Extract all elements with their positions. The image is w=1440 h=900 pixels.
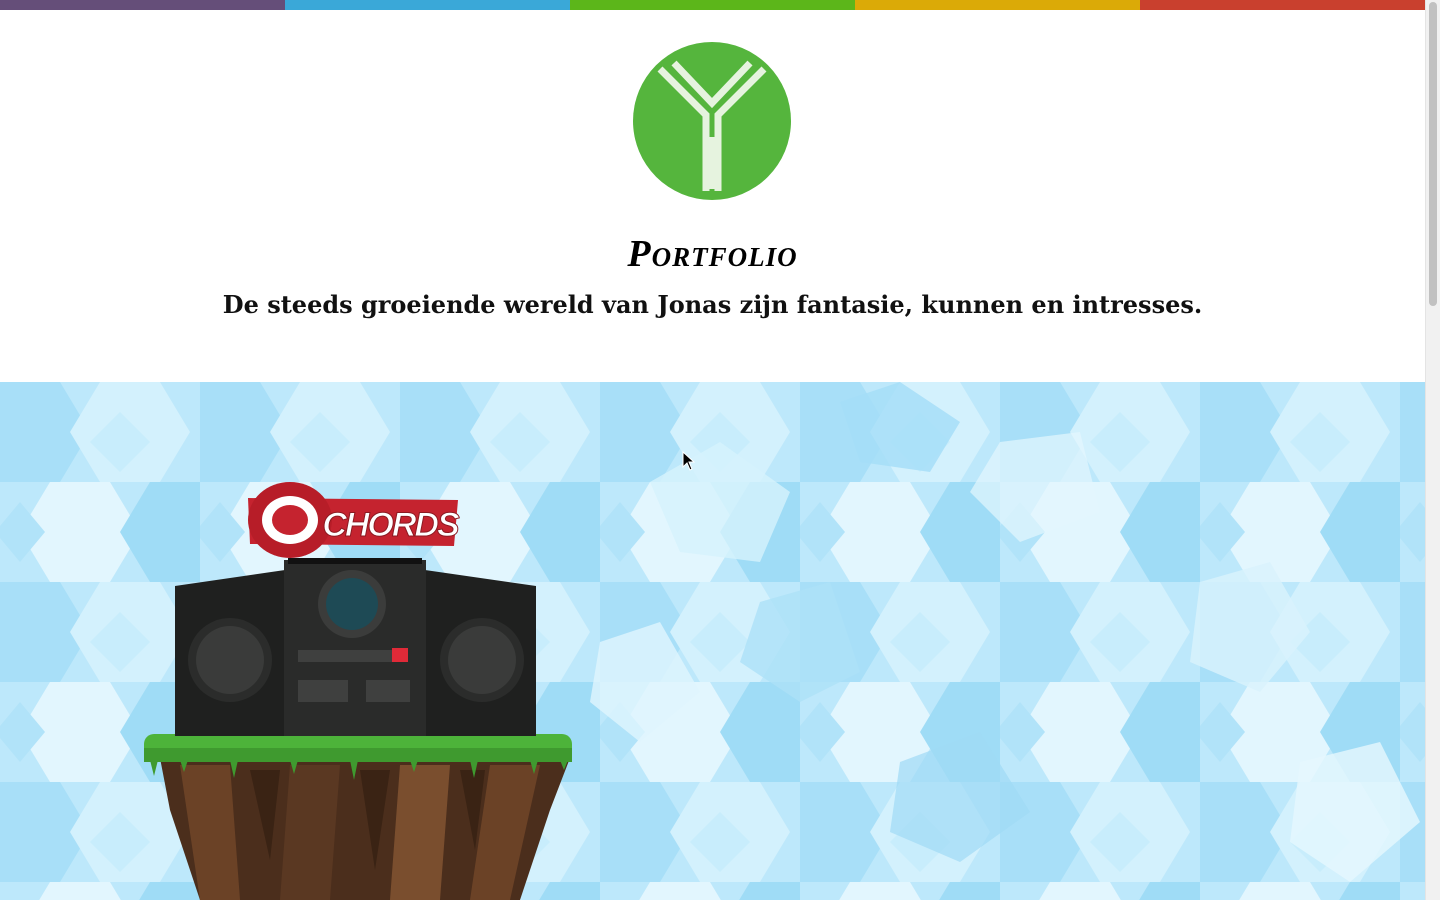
color-bar (0, 0, 1425, 10)
color-bar-segment (570, 0, 855, 10)
page-subtitle: De steeds groeiende wereld van Jonas zij… (222, 290, 1203, 319)
mouse-cursor-icon (682, 451, 696, 471)
color-bar-segment (855, 0, 1140, 10)
scrollbar-thumb[interactable] (1429, 2, 1437, 306)
color-bar-segment (285, 0, 570, 10)
portfolio-scene: CHORDS (0, 382, 1425, 900)
boombox-island-icon[interactable]: CHORDS (140, 480, 580, 900)
project-logo-text: CHORDS (322, 506, 460, 544)
page: Portfolio De steeds groeiende wereld van… (0, 0, 1425, 900)
scrollbar[interactable] (1425, 0, 1440, 900)
color-bar-segment (1140, 0, 1425, 10)
color-bar-segment (0, 0, 285, 10)
page-title: Portfolio (627, 233, 798, 275)
header: Portfolio De steeds groeiende wereld van… (0, 10, 1425, 382)
y-logo-icon[interactable] (632, 41, 792, 201)
